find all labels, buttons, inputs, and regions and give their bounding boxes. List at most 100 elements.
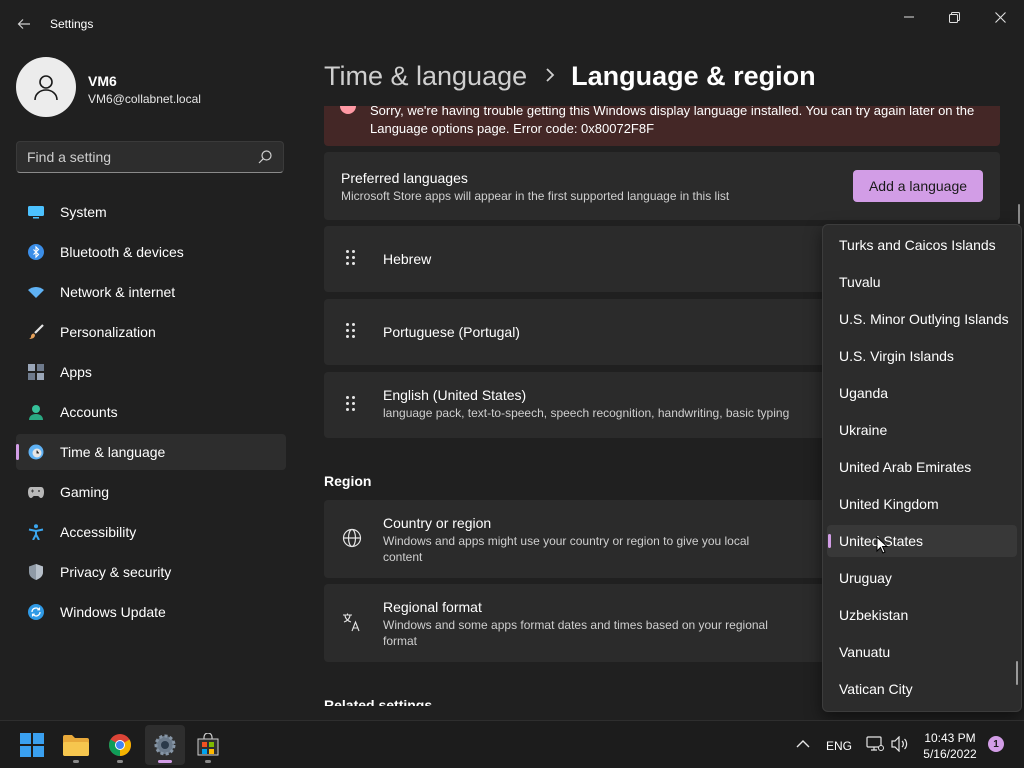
sidebar-item-privacy-security[interactable]: Privacy & security [16,554,286,590]
chevron-up-icon[interactable] [796,739,810,749]
regional-format-subtitle: Windows and some apps format dates and t… [383,618,768,648]
language-name: Portuguese (Portugal) [383,324,520,340]
settings-search-box[interactable] [16,141,284,173]
taskbar-store[interactable] [188,725,228,765]
start-button[interactable] [12,725,52,765]
clock-globe-icon [28,444,44,460]
sidebar-item-label: Bluetooth & devices [60,244,184,260]
back-arrow-icon [17,19,30,29]
preferred-languages-title: Preferred languages [341,170,468,186]
language-name: Hebrew [383,251,432,267]
accounts-icon [28,404,44,420]
back-button[interactable] [12,12,36,36]
country-region-dropdown[interactable]: Turks and Caicos Islands Tuvalu U.S. Min… [822,224,1022,712]
regional-format-title: Regional format [383,599,482,615]
store-icon [197,733,219,756]
breadcrumb: Time & language Language & region [324,58,816,94]
sidebar-item-label: Privacy & security [60,564,172,580]
sidebar-item-time-language[interactable]: Time & language [16,434,286,470]
chrome-icon [109,734,131,756]
chevron-right-icon [545,65,555,88]
dropdown-option[interactable]: U.S. Minor Outlying Islands [827,303,1017,335]
system-icon [28,204,44,220]
dropdown-option[interactable]: Uruguay [827,562,1017,594]
sidebar-nav: System Bluetooth & devices Network & int… [16,194,286,634]
minimize-button[interactable] [889,6,929,28]
sidebar-item-label: Accounts [60,404,118,420]
sidebar-item-system[interactable]: System [16,194,286,230]
dropdown-option[interactable]: Turks and Caicos Islands [827,229,1017,261]
sidebar-item-label: Personalization [60,324,156,340]
page-scrollbar[interactable] [1018,204,1020,224]
sidebar-item-gaming[interactable]: Gaming [16,474,286,510]
drag-handle-icon[interactable] [346,323,358,341]
taskbar-settings[interactable] [145,725,185,765]
add-language-button[interactable]: Add a language [853,170,983,202]
bluetooth-icon [28,244,44,260]
restore-button[interactable] [934,6,974,28]
running-indicator [205,760,211,763]
accessibility-icon [28,524,44,540]
preferred-languages-subtitle: Microsoft Store apps will appear in the … [341,189,730,203]
sidebar-item-apps[interactable]: Apps [16,354,286,390]
sidebar-item-label: Network & internet [60,284,176,300]
notification-badge[interactable]: 1 [988,736,1004,752]
country-region-subtitle: Windows and apps might use your country … [383,534,750,564]
network-icon[interactable] [866,736,884,752]
dropdown-option[interactable]: United Arab Emirates [827,451,1017,483]
volume-icon[interactable] [891,736,909,752]
input-language-indicator[interactable]: ENG [826,739,852,753]
taskbar-file-explorer[interactable] [56,725,96,765]
apps-icon [28,364,44,380]
close-button[interactable] [980,6,1020,28]
drag-handle-icon[interactable] [346,250,358,268]
dropdown-option[interactable]: Uzbekistan [827,599,1017,631]
breadcrumb-parent[interactable]: Time & language [324,61,527,92]
clock-date: 5/16/2022 [923,747,977,761]
preferred-languages-card: Preferred languages Microsoft Store apps… [324,152,1000,220]
sidebar-item-windows-update[interactable]: Windows Update [16,594,286,630]
close-icon [994,11,1006,23]
globe-icon [342,528,362,548]
sidebar-item-label: Apps [60,364,92,380]
region-heading: Region [324,473,372,489]
taskbar: ENG 10:43 PM 5/16/2022 1 [0,720,1024,768]
page-title: Language & region [571,60,816,91]
dropdown-option[interactable]: Tuvalu [827,266,1017,298]
search-icon[interactable] [257,149,273,165]
dropdown-option[interactable]: United Kingdom [827,488,1017,520]
error-message: Sorry, we're having trouble getting this… [370,106,975,136]
user-profile[interactable]: VM6 VM6@collabnet.local [16,57,286,117]
sidebar-item-accounts[interactable]: Accounts [16,394,286,430]
wifi-icon [28,284,44,300]
language-name: English (United States) [383,387,527,403]
taskbar-chrome[interactable] [100,725,140,765]
user-name: VM6 [88,73,117,89]
dropdown-option[interactable]: U.S. Virgin Islands [827,340,1017,372]
clock[interactable]: 10:43 PM 5/16/2022 [920,730,980,762]
sidebar-item-personalization[interactable]: Personalization [16,314,286,350]
mouse-cursor-icon [876,536,888,554]
settings-app-icon [154,734,176,756]
dropdown-option[interactable]: Vatican City [827,673,1017,705]
update-icon [28,604,44,620]
gamepad-icon [28,484,44,500]
file-explorer-icon [63,735,89,756]
dropdown-option[interactable]: Vanuatu [827,636,1017,668]
sidebar-item-bluetooth[interactable]: Bluetooth & devices [16,234,286,270]
error-infobar: Sorry, we're having trouble getting this… [324,106,1000,146]
regional-format-icon [343,613,360,632]
dropdown-option[interactable]: Ukraine [827,414,1017,446]
sidebar-item-accessibility[interactable]: Accessibility [16,514,286,550]
search-input[interactable] [27,148,247,166]
dropdown-option-selected[interactable]: United States [827,525,1017,557]
sidebar-item-network[interactable]: Network & internet [16,274,286,310]
dropdown-option[interactable]: Uganda [827,377,1017,409]
user-email: VM6@collabnet.local [88,92,201,106]
related-settings-heading: Related settings [324,697,433,706]
dropdown-scrollbar[interactable] [1016,661,1018,685]
running-indicator [158,760,172,763]
app-title: Settings [50,17,94,31]
running-indicator [73,760,79,763]
drag-handle-icon[interactable] [346,396,358,414]
